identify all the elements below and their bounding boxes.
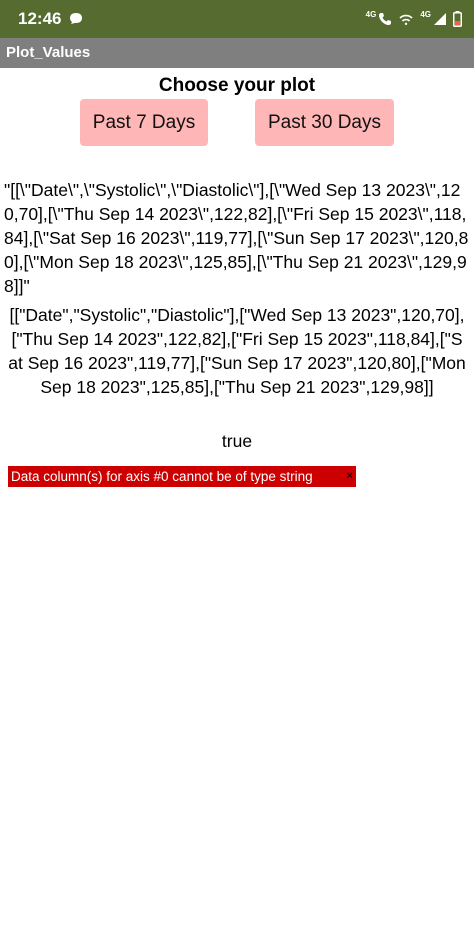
past-7-days-button[interactable]: Past 7 Days	[80, 99, 208, 146]
network-label-1: 4G	[365, 10, 377, 19]
battery-icon	[453, 11, 462, 27]
chart-error-message: Data column(s) for axis #0 cannot be of …	[8, 466, 356, 487]
app-bar: Plot_Values	[0, 38, 474, 68]
message-icon	[70, 13, 82, 24]
signal-icon	[434, 13, 446, 25]
status-time: 12:46	[18, 9, 62, 28]
raw-json-string: "[[\"Date\",\"Systolic\",\"Diastolic\"],…	[4, 180, 469, 296]
close-icon[interactable]: ×	[347, 466, 353, 487]
app-title: Plot_Values	[6, 44, 91, 61]
status-icons: 4G 4G	[366, 9, 462, 29]
parsed-array-string: [["Date","Systolic","Diastolic"],["Wed S…	[8, 305, 466, 397]
wifi-icon	[399, 14, 413, 25]
past-30-days-button[interactable]: Past 30 Days	[255, 99, 394, 146]
page-heading: Choose your plot	[158, 75, 316, 96]
error-text: Data column(s) for axis #0 cannot be of …	[11, 469, 313, 484]
status-bar: 12:46 4G 4G	[0, 0, 474, 38]
bool-value: true	[221, 431, 253, 451]
call-icon	[379, 13, 392, 25]
network-label-2: 4G	[420, 10, 431, 19]
